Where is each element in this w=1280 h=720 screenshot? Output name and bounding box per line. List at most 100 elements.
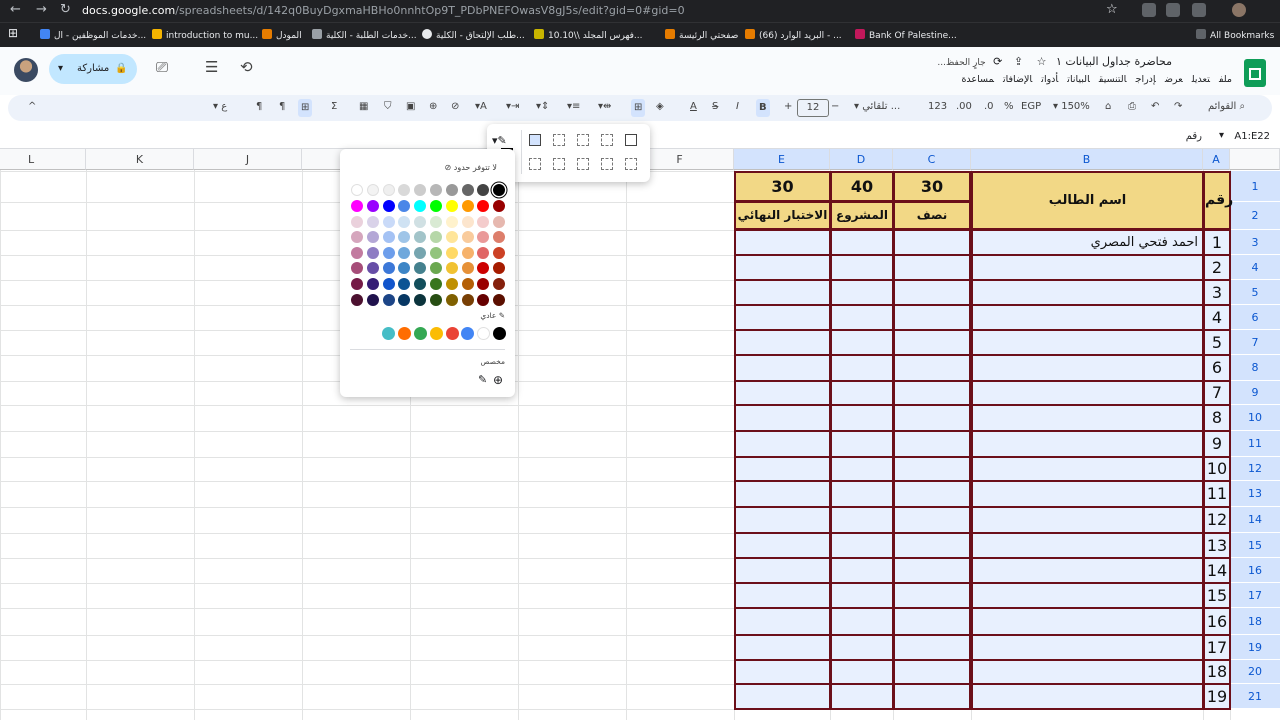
final-cell[interactable]: [734, 532, 831, 559]
borders-icon[interactable]: ⊞: [631, 99, 646, 117]
color-swatch[interactable]: [445, 216, 458, 228]
border-all-icon[interactable]: [625, 134, 637, 146]
midterm-cell[interactable]: [893, 607, 971, 636]
row-number-cell[interactable]: 15: [1203, 582, 1231, 609]
project-cell[interactable]: [830, 607, 894, 636]
menu-format[interactable]: التنسيق: [1099, 74, 1127, 85]
project-cell[interactable]: [830, 557, 894, 584]
student-name-cell[interactable]: [971, 279, 1204, 306]
menu-help[interactable]: مساعدة: [961, 74, 994, 85]
forward-icon[interactable]: →: [36, 2, 47, 17]
row-number-cell[interactable]: 8: [1203, 404, 1231, 432]
color-swatch[interactable]: [493, 262, 506, 274]
bold-icon[interactable]: B: [756, 99, 770, 117]
final-cell[interactable]: [734, 380, 831, 406]
student-name-cell[interactable]: [971, 557, 1204, 584]
color-swatch[interactable]: [445, 247, 458, 259]
row-number-cell[interactable]: 17: [1203, 634, 1231, 661]
student-name-cell[interactable]: [971, 404, 1204, 432]
project-cell[interactable]: [830, 404, 894, 432]
row-number-cell[interactable]: 19: [1203, 683, 1231, 710]
theme-color-swatch[interactable]: [429, 327, 443, 340]
midterm-cell[interactable]: [893, 229, 971, 256]
row-header[interactable]: 10: [1230, 405, 1280, 431]
column-header-b[interactable]: B: [971, 149, 1203, 170]
midterm-cell[interactable]: [893, 279, 971, 306]
color-swatch[interactable]: [398, 262, 411, 274]
final-cell[interactable]: [734, 404, 831, 432]
no-borders-option[interactable]: لا تتوفر حدود ⊘: [445, 163, 497, 172]
student-name-cell[interactable]: [971, 582, 1204, 609]
meet-icon[interactable]: ⎚: [156, 58, 168, 76]
color-swatch[interactable]: [430, 294, 442, 306]
menu-tools[interactable]: أدوات: [1041, 74, 1058, 85]
project-cell[interactable]: [830, 354, 894, 382]
document-title[interactable]: محاضرة جداول البيانات ١: [1056, 55, 1172, 68]
final-cell[interactable]: [734, 304, 831, 331]
color-swatch[interactable]: [414, 184, 427, 196]
row-header[interactable]: 1: [1230, 171, 1280, 202]
theme-color-swatch[interactable]: [382, 327, 396, 340]
midterm-cell[interactable]: [893, 380, 971, 406]
max-final-cell[interactable]: 30: [734, 171, 831, 202]
row-header[interactable]: 12: [1230, 457, 1280, 481]
select-all-corner[interactable]: [1230, 149, 1280, 170]
theme-color-swatch[interactable]: [477, 327, 491, 340]
color-swatch[interactable]: [351, 278, 363, 290]
row-number-cell[interactable]: 2: [1203, 254, 1231, 281]
final-cell[interactable]: [734, 582, 831, 609]
row-header[interactable]: 9: [1230, 381, 1280, 405]
final-cell[interactable]: [734, 557, 831, 584]
color-swatch[interactable]: [477, 278, 490, 290]
menu-search[interactable]: القوائم ⌕: [1208, 101, 1245, 112]
row-number-cell[interactable]: 7: [1203, 380, 1231, 406]
midterm-cell[interactable]: [893, 430, 971, 458]
color-swatch[interactable]: [445, 278, 458, 290]
color-swatch[interactable]: [382, 184, 395, 196]
column-header-a[interactable]: A: [1203, 149, 1230, 170]
student-name-cell[interactable]: [971, 683, 1204, 710]
rtl-icon[interactable]: ¶: [256, 101, 262, 112]
row-number-cell[interactable]: 3: [1203, 279, 1231, 306]
menu-edit[interactable]: تعديل: [1192, 74, 1210, 85]
row-header[interactable]: 7: [1230, 330, 1280, 355]
project-cell[interactable]: [830, 279, 894, 306]
midterm-cell[interactable]: [893, 659, 971, 685]
final-cell[interactable]: [734, 329, 831, 356]
midterm-cell[interactable]: [893, 683, 971, 710]
color-swatch[interactable]: [366, 184, 379, 196]
extension-icon[interactable]: [1166, 3, 1180, 17]
color-swatch[interactable]: [461, 216, 474, 228]
color-swatch[interactable]: [445, 200, 458, 212]
row-header[interactable]: 16: [1230, 558, 1280, 583]
row-number-cell[interactable]: 6: [1203, 354, 1231, 382]
project-cell[interactable]: [830, 634, 894, 661]
row-header[interactable]: 20: [1230, 660, 1280, 684]
chevron-down-icon[interactable]: ▾: [1219, 130, 1224, 141]
undo-icon[interactable]: ↶: [1151, 101, 1159, 112]
increase-font-size-icon[interactable]: +: [784, 101, 792, 112]
color-swatch[interactable]: [430, 278, 442, 290]
theme-color-swatch[interactable]: [493, 327, 506, 340]
color-swatch[interactable]: [461, 278, 474, 290]
color-swatch[interactable]: [351, 200, 363, 212]
color-swatch[interactable]: [445, 184, 458, 196]
add-custom-color-icon[interactable]: ⊕: [493, 373, 503, 387]
final-cell[interactable]: [734, 480, 831, 508]
collapse-icon[interactable]: ^: [28, 101, 36, 112]
color-swatch[interactable]: [398, 200, 411, 212]
color-swatch[interactable]: [382, 200, 395, 212]
final-cell[interactable]: [734, 506, 831, 534]
color-swatch[interactable]: [414, 278, 427, 290]
color-swatch[interactable]: [382, 262, 395, 274]
color-swatch[interactable]: [366, 231, 379, 243]
bookmark-item[interactable]: (66) البريد الوارد - ...: [745, 29, 842, 41]
color-swatch[interactable]: [477, 294, 490, 306]
more-formats-button[interactable]: 123: [928, 101, 947, 112]
border-clear-icon[interactable]: [625, 158, 637, 170]
row-header[interactable]: 2: [1230, 202, 1280, 230]
color-swatch[interactable]: [493, 184, 506, 196]
midterm-cell[interactable]: [893, 634, 971, 661]
student-name-cell[interactable]: [971, 430, 1204, 458]
midterm-cell[interactable]: [893, 404, 971, 432]
